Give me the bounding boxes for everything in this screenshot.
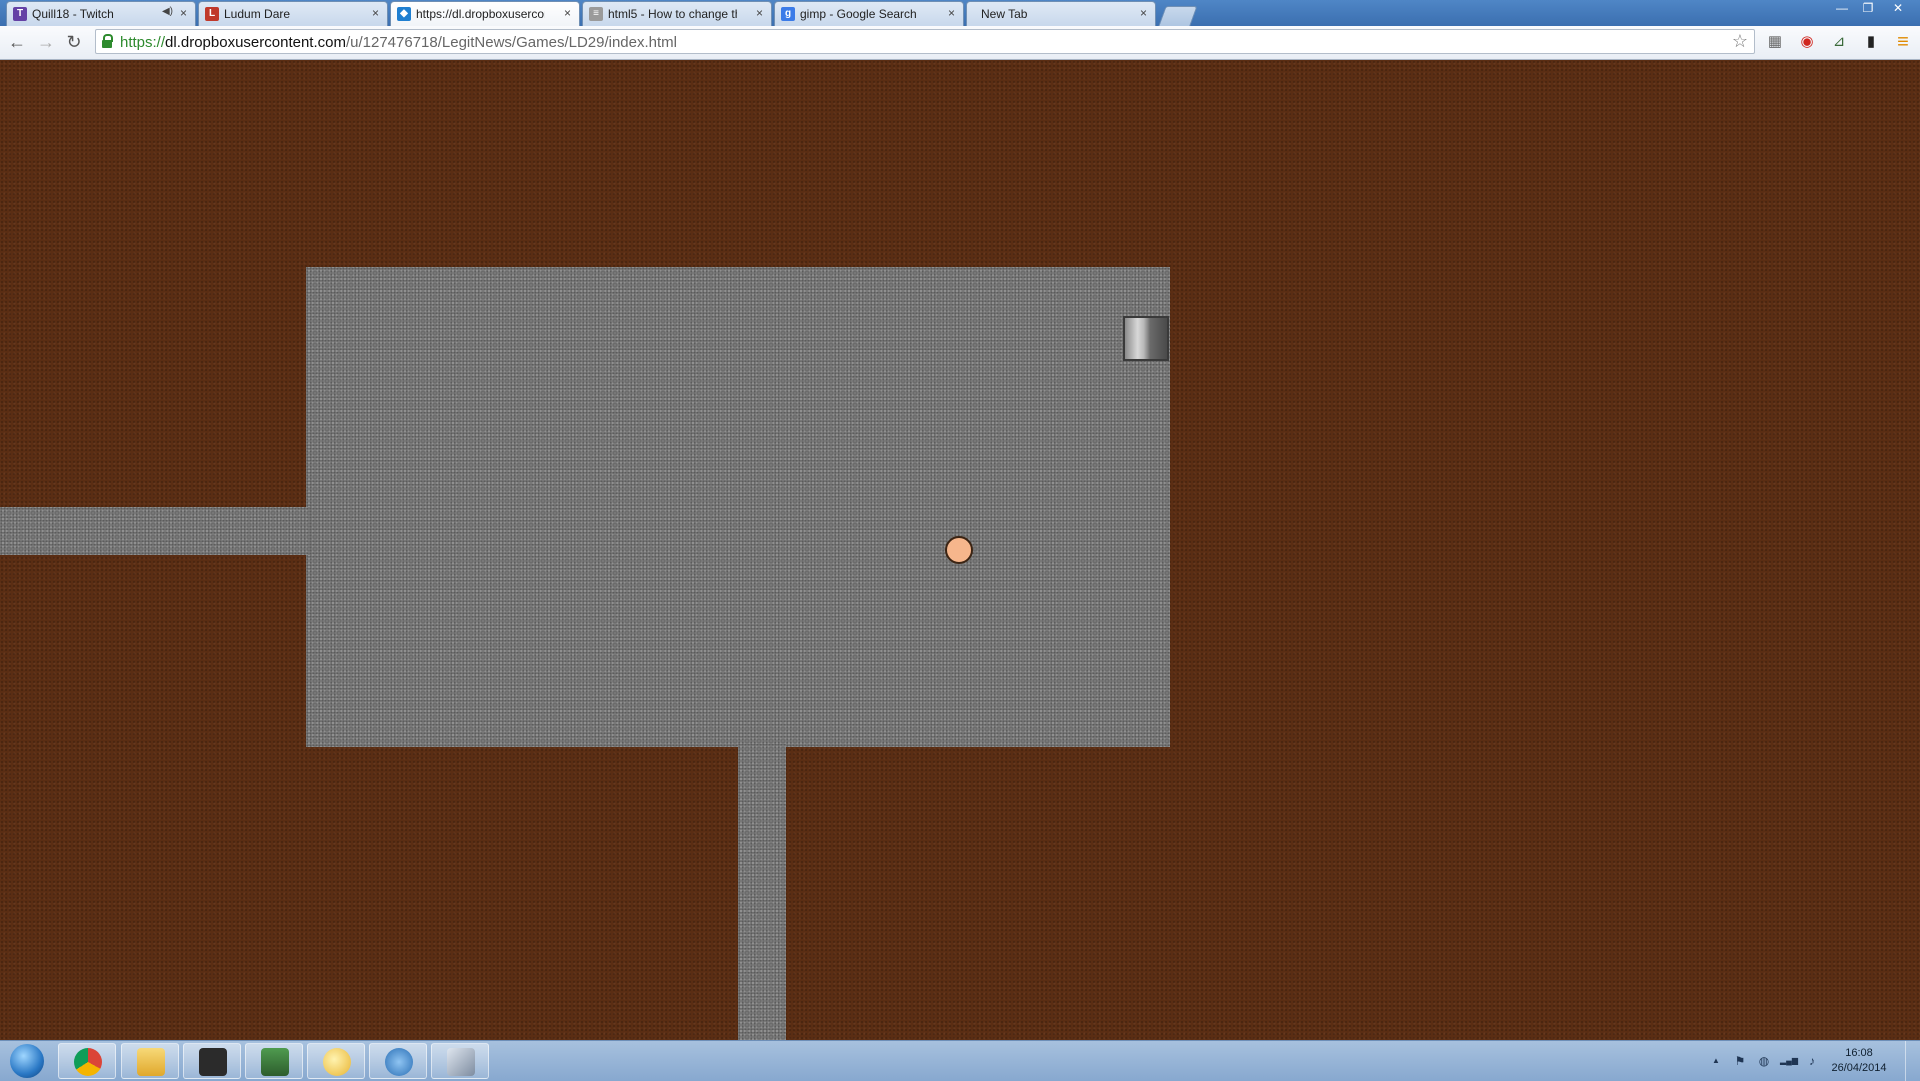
adblock-icon[interactable]: ◉ [1797,32,1817,52]
url-scheme: https:// [120,34,166,51]
back-icon[interactable]: ← [6,31,28,53]
corridor-south [738,743,786,1040]
new-tab-button[interactable] [1158,6,1198,26]
signal-icon[interactable]: ▂▄▆ [1778,1053,1800,1069]
paint-icon [323,1048,351,1076]
close-tab-icon[interactable]: × [372,6,379,20]
tab-title: html5 - How to change th [608,7,737,21]
close-tab-icon[interactable]: × [180,6,187,20]
start-button[interactable] [5,1043,49,1079]
tab-title: New Tab [981,7,1028,21]
window-close-icon[interactable]: ✕ [1886,0,1910,18]
taskbar: ▲ ⚑ ◍ ▂▄▆ ♪ 16:08 26/04/2014 [0,1040,1920,1081]
tab-gimp-google-search[interactable]: g gimp - Google Search × [774,1,964,26]
exit-door [1123,316,1169,361]
stackoverflow-icon: ≡ [589,7,603,21]
network-globe-icon[interactable]: ◍ [1756,1053,1772,1069]
clock[interactable]: 16:08 26/04/2014 [1824,1046,1894,1076]
url-text[interactable]: https://dl.dropboxusercontent.com/u/1274… [120,34,677,51]
room-floor [306,267,1170,747]
reader-icon[interactable]: ▦ [1765,32,1785,52]
terminal-icon [261,1048,289,1076]
taskbar-chrome[interactable] [58,1043,116,1079]
tab-title: https://dl.dropboxusercor [416,7,545,21]
url-path: /u/127476718/LegitNews/Games/LD29/index.… [345,34,678,51]
chrome-icon [74,1048,102,1076]
dropbox-icon: ◆ [397,7,411,21]
tab-dropbox-game[interactable]: ◆ https://dl.dropboxusercor × [390,1,580,26]
tab-title: Quill18 - Twitch [32,7,114,21]
steam-icon [199,1048,227,1076]
address-bar[interactable]: https://dl.dropboxusercontent.com/u/1274… [95,29,1755,54]
close-tab-icon[interactable]: × [564,6,571,20]
tray-expand-icon[interactable]: ▲ [1708,1053,1724,1069]
google-icon: g [781,7,795,21]
clock-date: 26/04/2014 [1831,1062,1887,1074]
audio-playing-icon[interactable]: ◀) [162,6,173,17]
volume-icon[interactable]: ♪ [1804,1053,1820,1069]
twitch-icon: T [13,7,27,21]
tab-title: gimp - Google Search [800,7,917,21]
bookmark-star-icon[interactable]: ☆ [1732,31,1748,52]
clock-time: 16:08 [1845,1047,1873,1059]
taskbar-terminal[interactable] [245,1043,303,1079]
editor-icon [447,1048,475,1076]
tab-strip: T Quill18 - Twitch ◀) × L Ludum Dare × ◆… [0,0,1920,26]
taskbar-skype[interactable] [369,1043,427,1079]
corridor-west [0,507,310,555]
taskbar-paint[interactable] [307,1043,365,1079]
show-desktop-button[interactable] [1905,1041,1920,1081]
close-tab-icon[interactable]: × [756,6,763,20]
tab-new-tab[interactable]: New Tab × [966,1,1156,26]
url-host: dl.dropboxusercontent.com [165,34,346,51]
taskbar-editor[interactable] [431,1043,489,1079]
ludum-dare-icon: L [205,7,219,21]
browser-toolbar: ← → ↻ https://dl.dropboxusercontent.com/… [0,26,1920,60]
tab-quill18-twitch[interactable]: T Quill18 - Twitch ◀) × [6,1,196,26]
tab-html5-question[interactable]: ≡ html5 - How to change th × [582,1,772,26]
close-tab-icon[interactable]: × [948,6,955,20]
tab-ludum-dare[interactable]: L Ludum Dare × [198,1,388,26]
reload-icon[interactable]: ↻ [63,31,85,53]
clipboard-icon[interactable]: ▮ [1861,32,1881,52]
lock-icon [102,34,113,48]
taskbar-steam[interactable] [183,1043,241,1079]
taskbar-explorer[interactable] [121,1043,179,1079]
skype-icon [385,1048,413,1076]
menu-icon[interactable]: ≡ [1893,32,1913,52]
minimize-icon[interactable]: — [1830,0,1854,18]
flag-icon[interactable]: ⚑ [1732,1053,1748,1069]
restore-icon[interactable]: ❐ [1856,0,1880,18]
system-tray: ▲ ⚑ ◍ ▂▄▆ ♪ 16:08 26/04/2014 [1700,1041,1920,1081]
forward-icon[interactable]: → [35,31,57,53]
close-tab-icon[interactable]: × [1140,6,1147,20]
tab-title: Ludum Dare [224,7,291,21]
chart-icon[interactable]: ⊿ [1829,32,1849,52]
player-character [945,536,973,564]
game-canvas[interactable] [0,60,1920,1040]
windows-logo-icon [10,1044,44,1078]
explorer-icon [137,1048,165,1076]
